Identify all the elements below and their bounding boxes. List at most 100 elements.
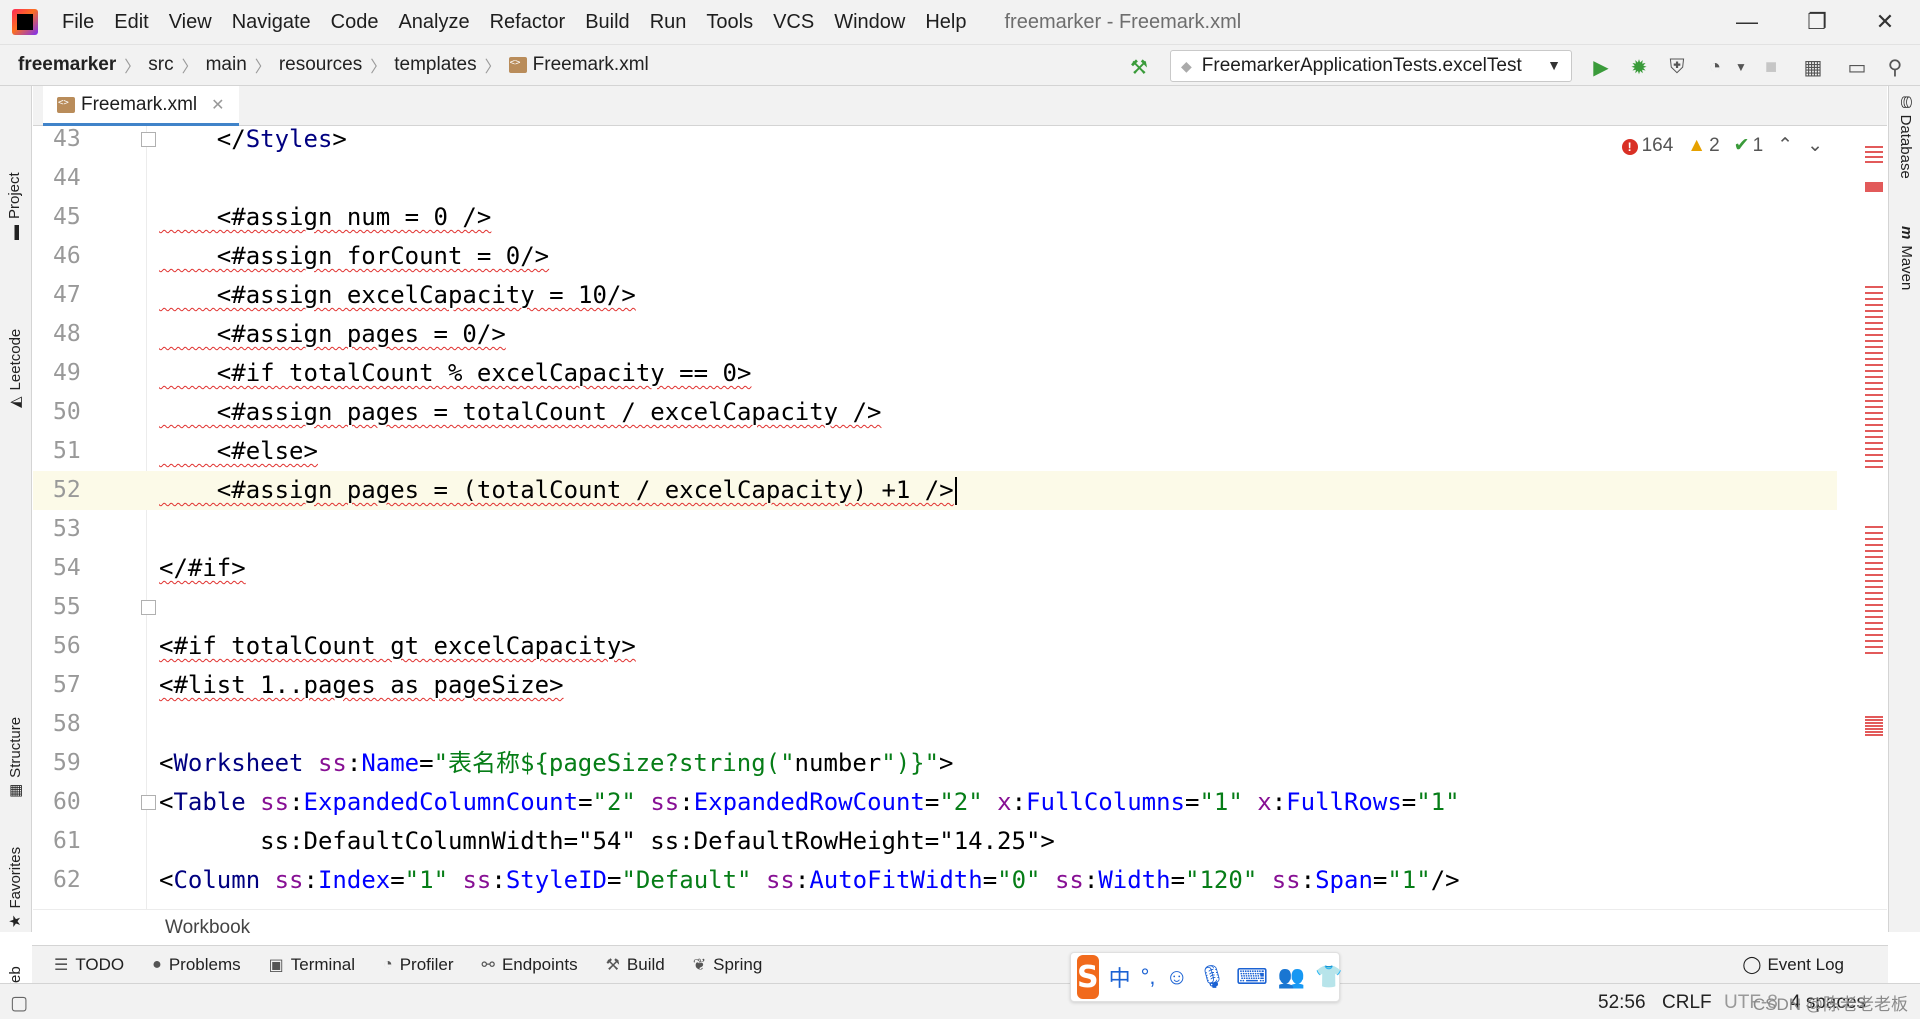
error-stripe-mark[interactable] [1865,286,1883,288]
ime-mode[interactable]: 中 [1109,961,1131,993]
editor-breadcrumb-workbook[interactable]: Workbook [165,917,250,938]
breadcrumb-file[interactable]: Freemark.xml [503,54,655,76]
menu-build[interactable]: Build [575,11,639,34]
menu-window[interactable]: Window [824,11,915,34]
todo-tool-button[interactable]: ☰ TODO [40,955,138,975]
error-stripe-mark[interactable] [1865,448,1883,450]
spring-tool-button[interactable]: ❦ Spring [679,955,777,975]
problems-tool-button[interactable]: ● Problems [138,955,254,975]
caret-position[interactable]: 52:56 [1598,992,1646,1014]
structure-tool-tab[interactable]: ▦ Structure [6,717,25,798]
code-editor[interactable]: 43 </Styles> 44 45 <#assign num = 0 /> 46 <… [33,126,1887,909]
endpoints-tool-button[interactable]: ⚯ Endpoints [468,955,592,975]
breadcrumb-resources[interactable]: resources [273,54,368,76]
error-stripe-mark[interactable] [1865,604,1883,606]
error-stripe-mark[interactable] [1865,370,1883,372]
fold-marker-icon[interactable] [141,132,156,147]
error-count[interactable]: ! 164 [1621,135,1673,157]
code-line-57[interactable]: 57 <#list 1..pages as pageSize> [33,666,1837,705]
menu-navigate[interactable]: Navigate [222,11,321,34]
menu-code[interactable]: Code [321,11,389,34]
menu-edit[interactable]: Edit [104,11,158,34]
error-stripe-mark[interactable] [1865,610,1883,612]
close-button[interactable]: ✕ [1850,0,1920,44]
error-stripe-mark[interactable] [1865,734,1883,736]
error-stripe-mark[interactable] [1865,418,1883,420]
error-stripe-mark[interactable] [1865,340,1883,342]
emoji-icon[interactable]: ☺ [1166,964,1188,990]
error-stripe-mark[interactable] [1865,298,1883,300]
fold-marker-icon[interactable] [141,795,156,810]
stop-icon[interactable]: ■ [1758,54,1784,80]
error-stripe-mark[interactable] [1865,586,1883,588]
profile-icon[interactable]: ◔ [1702,54,1728,80]
line-separator[interactable]: CRLF [1662,992,1712,1014]
error-stripe-mark[interactable] [1865,550,1883,552]
ok-count[interactable]: ✔ 1 [1734,134,1764,157]
menu-help[interactable]: Help [915,11,976,34]
more-run-options-icon[interactable]: ▼ [1728,54,1754,80]
error-stripe-mark[interactable] [1865,538,1883,540]
event-log-button[interactable]: ◯ Event Log [1742,955,1844,975]
code-line-53[interactable]: 53 [33,510,1837,549]
error-stripe-mark[interactable] [1865,728,1883,730]
error-stripe-mark[interactable] [1865,442,1883,444]
error-stripe-mark[interactable] [1865,725,1883,727]
previous-highlight-icon[interactable]: ⌃ [1777,134,1793,157]
run-icon[interactable]: ▶ [1588,54,1614,80]
error-stripe-mark[interactable] [1865,722,1883,724]
inspection-widget[interactable]: ! 164 ▲ 2 ✔ 1 ⌃ ⌄ [1621,134,1823,157]
keyboard-icon[interactable]: ⌨ [1236,964,1268,990]
error-stripe-mark[interactable] [1865,640,1883,642]
error-stripe-mark[interactable] [1865,156,1883,158]
code-line-50[interactable]: 50 <#assign pages = totalCount / excelCa… [33,393,1837,432]
error-stripe-mark[interactable] [1865,598,1883,600]
error-stripe-mark[interactable] [1865,412,1883,414]
error-stripe-mark[interactable] [1865,346,1883,348]
favorites-tool-tab[interactable]: ★ Favorites [6,847,25,928]
coverage-icon[interactable]: ⛨ [1664,54,1690,80]
breadcrumb-templates[interactable]: templates [388,54,482,76]
code-line-59[interactable]: 59 <Worksheet ss:Name="表名称${pageSize?stri… [33,744,1837,783]
error-stripe-mark[interactable] [1865,406,1883,408]
error-stripe-mark[interactable] [1865,646,1883,648]
error-stripe-mark[interactable] [1865,616,1883,618]
terminal-tool-button[interactable]: ▣ Terminal [255,955,369,975]
error-stripe-mark[interactable] [1865,532,1883,534]
error-stripe-mark[interactable] [1865,716,1883,718]
presentation-icon[interactable]: ▭ [1844,54,1870,80]
project-tool-tab[interactable]: ▬ Project [6,172,23,240]
menu-run[interactable]: Run [640,11,697,34]
menu-refactor[interactable]: Refactor [480,11,576,34]
error-stripe-mark[interactable] [1865,292,1883,294]
error-stripe-mark[interactable] [1865,556,1883,558]
debug-icon[interactable]: ✹ [1626,54,1652,80]
code-line-52[interactable]: 52 <#assign pages = (totalCount / excelC… [33,471,1837,510]
code-line-54[interactable]: 54 </#if> [33,549,1837,588]
code-line-61[interactable]: 61 ss:DefaultColumnWidth="54" ss:Default… [33,822,1837,861]
code-line-43[interactable]: 43 </Styles> [33,126,1837,159]
error-stripe-mark[interactable] [1865,352,1883,354]
error-stripe-mark[interactable] [1865,719,1883,721]
search-icon[interactable]: ⚲ [1882,54,1908,80]
database-tool-tab[interactable]: ⛁ Database [1897,96,1915,179]
code-line-56[interactable]: 56 <#if totalCount gt excelCapacity> [33,627,1837,666]
error-stripe-mark[interactable] [1865,328,1883,330]
error-stripe-mark[interactable] [1865,161,1883,163]
error-stripe-mark[interactable] [1865,634,1883,636]
minimize-button[interactable]: — [1712,0,1782,44]
sogou-logo-icon[interactable]: S [1077,955,1099,999]
editor-tab-freemark-xml[interactable]: Freemark.xml ✕ [43,86,239,126]
error-stripe-mark[interactable] [1865,334,1883,336]
error-stripe-mark[interactable] [1865,466,1883,468]
code-line-55[interactable]: 55 [33,588,1837,627]
error-stripe-mark[interactable] [1865,544,1883,546]
error-stripe-mark[interactable] [1865,424,1883,426]
error-stripe-mark[interactable] [1865,436,1883,438]
error-stripe-mark[interactable] [1865,310,1883,312]
error-stripe-mark[interactable] [1865,388,1883,390]
error-stripe-mark[interactable] [1865,580,1883,582]
menu-tools[interactable]: Tools [696,11,763,34]
restore-button[interactable]: ❐ [1782,0,1852,44]
next-highlight-icon[interactable]: ⌄ [1807,134,1823,157]
